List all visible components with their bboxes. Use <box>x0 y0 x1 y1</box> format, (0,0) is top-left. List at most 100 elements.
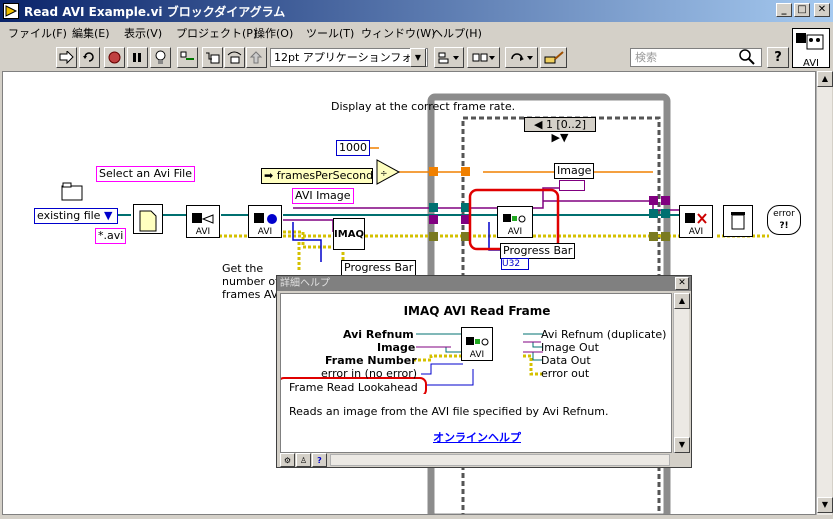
help-vertical-scrollbar[interactable]: ▲ ▼ <box>673 293 690 453</box>
window-title-bar: Read AVI Example.vi ブロックダイアグラム _ □ ✕ <box>0 0 833 22</box>
retain-wire-values-icon[interactable] <box>177 47 198 68</box>
comment-display-rate: Display at the correct frame rate. <box>331 100 516 113</box>
help-scroll-down-icon[interactable]: ▼ <box>674 437 690 453</box>
abort-icon[interactable] <box>104 47 125 68</box>
vi-icon[interactable]: AVI <box>792 28 830 69</box>
error-handler-node[interactable]: error?! <box>767 205 801 235</box>
help-scroll-up-icon[interactable]: ▲ <box>674 293 690 309</box>
help-lock-icon[interactable]: ⚙ <box>280 453 295 467</box>
image-indicator[interactable] <box>559 180 585 191</box>
close-button[interactable]: ✕ <box>814 3 830 17</box>
error-alert-icon: ?! <box>779 221 789 231</box>
menu-file[interactable]: ファイル(F) <box>8 25 67 41</box>
label-avi-image: AVI Image <box>292 188 354 204</box>
font-dropdown-icon[interactable]: ▼ <box>410 48 426 67</box>
avi-close-label: AVI <box>688 227 704 237</box>
help-horizontal-scrollbar[interactable] <box>330 454 670 466</box>
avi-info-label: AVI <box>257 227 273 237</box>
scroll-up-icon[interactable]: ▲ <box>817 71 833 87</box>
menu-window[interactable]: ウィンドウ(W) <box>361 25 435 41</box>
window-title: Read AVI Example.vi ブロックダイアグラム <box>24 5 286 19</box>
menu-tools[interactable]: ツール(T) <box>306 25 354 41</box>
pause-icon[interactable] <box>127 47 148 68</box>
help-input-avi-refnum: Avi Refnum <box>343 328 414 341</box>
help-output-data-out: Data Out <box>541 354 591 367</box>
run-arrow-icon[interactable] <box>56 47 77 68</box>
help-output-image-out: Image Out <box>541 341 599 354</box>
menu-edit[interactable]: 編集(E) <box>72 25 110 41</box>
help-input-image: Image <box>377 341 416 354</box>
imaq-label: IMAQ <box>334 228 364 240</box>
progress-bar-indicator[interactable]: Progress Bar <box>341 260 417 276</box>
label-select-avi-file: Select an Avi File <box>96 166 195 182</box>
frames-per-second-node[interactable]: ➡ framesPerSecond <box>261 168 373 184</box>
imaq-create-node[interactable]: IMAQ <box>333 218 365 250</box>
context-help-button[interactable]: ? <box>767 47 789 68</box>
help-question-icon: ? <box>774 50 782 65</box>
font-select[interactable]: 12pt アプリケーションフォント <box>270 48 428 67</box>
avi-open-label: AVI <box>195 227 211 237</box>
scroll-down-icon[interactable]: ▼ <box>817 497 833 513</box>
svg-text:÷: ÷ <box>380 169 388 179</box>
highlight-execution-icon[interactable] <box>150 47 171 68</box>
step-over-icon[interactable] <box>224 47 245 68</box>
help-output-avi-refnum-dup: Avi Refnum (duplicate) <box>541 328 667 341</box>
help-title-bar: 詳細ヘルプ <box>277 276 691 291</box>
help-close-button[interactable]: ✕ <box>675 277 689 290</box>
read-frame-label: AVI <box>507 227 523 237</box>
frames-per-second-label: framesPerSecond <box>276 169 374 182</box>
minimize-button[interactable]: _ <box>776 3 792 17</box>
menu-view[interactable]: 表示(V) <box>124 25 162 41</box>
case-prev-icon[interactable]: ◀ <box>534 118 546 131</box>
folder-icon <box>61 182 85 205</box>
case-selector[interactable]: ◀ 1 [0..2] ▶▼ <box>524 117 596 144</box>
dispose-image-node[interactable] <box>723 205 753 237</box>
help-title: 詳細ヘルプ <box>280 278 330 289</box>
online-help-link[interactable]: オンラインヘルプ <box>433 429 521 445</box>
case-next-icon[interactable]: ▶▼ <box>552 131 569 144</box>
distribute-objects-icon[interactable] <box>467 47 500 68</box>
reorder-icon[interactable] <box>505 47 538 68</box>
vi-icon-label: AVI <box>803 58 819 69</box>
existing-file-constant[interactable]: existing file ▼ <box>34 208 118 224</box>
existing-file-value: existing file <box>37 209 101 222</box>
maximize-button[interactable]: □ <box>794 3 810 17</box>
align-objects-icon[interactable] <box>434 47 464 68</box>
avi-info-node[interactable]: AVI <box>248 205 282 238</box>
run-continuously-icon[interactable] <box>79 47 100 68</box>
help-content: IMAQ AVI Read Frame Avi Refnum Image Fra… <box>280 293 672 453</box>
constant-1000[interactable]: 1000 <box>336 140 370 156</box>
imaq-avi-read-frame-node[interactable]: AVI <box>497 206 533 238</box>
label-image: Image <box>554 163 595 179</box>
help-function-name: IMAQ AVI Read Frame <box>403 304 551 318</box>
ring-dropdown-icon: ▼ <box>100 209 113 222</box>
menu-help[interactable]: ヘルプ(H) <box>432 25 482 41</box>
help-input-error-in: error in (no error) <box>321 367 418 380</box>
help-bottom-bar: ⚙ ♙ ? <box>280 453 688 467</box>
help-detail-icon[interactable]: ♙ <box>296 453 311 467</box>
help-input-frame-number: Frame Number <box>325 354 417 367</box>
progress-bar-inner-label: Progress Bar <box>500 243 576 259</box>
step-into-icon[interactable] <box>202 47 223 68</box>
step-out-icon[interactable] <box>246 47 267 68</box>
menu-project[interactable]: プロジェクト(P) <box>176 25 257 41</box>
unbundle-arrow-icon: ➡ <box>264 169 277 182</box>
help-description: Reads an image from the AVI file specifi… <box>289 405 609 418</box>
menu-bar: ファイル(F) 編集(E) 表示(V) プロジェクト(P) 操作(O) ツール(… <box>0 22 790 42</box>
avi-close-node[interactable]: AVI <box>679 205 713 238</box>
help-input-frame-read-lookahead: Frame Read Lookahead <box>289 381 418 394</box>
context-help-window[interactable]: 詳細ヘルプ ✕ IMAQ AVI Read Frame Avi Refnum I… <box>276 275 692 468</box>
avi-open-node[interactable]: AVI <box>186 205 220 238</box>
search-icon[interactable] <box>738 48 756 68</box>
labview-app-icon[interactable] <box>3 3 19 19</box>
vertical-scrollbar[interactable]: ▲ ▼ <box>816 71 833 515</box>
help-node-icon: AVI <box>461 327 493 361</box>
error-handler-label: error <box>773 209 795 219</box>
file-dialog-node[interactable] <box>133 204 163 234</box>
clean-up-diagram-icon[interactable] <box>540 47 567 68</box>
help-question-icon[interactable]: ? <box>312 453 327 467</box>
menu-operate[interactable]: 操作(O) <box>254 25 293 41</box>
help-node-label: AVI <box>469 350 485 360</box>
u32-indicator[interactable]: U32 <box>501 258 529 270</box>
avi-pattern-constant[interactable]: *.avi <box>95 228 127 244</box>
